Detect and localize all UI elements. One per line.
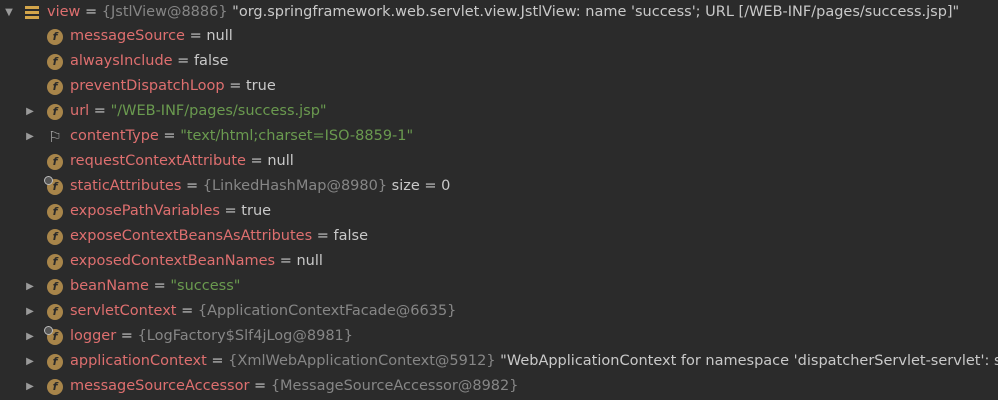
tree-row-logger[interactable]: ▶ f logger = {LogFactory$Slf4jLog@8981} <box>0 324 998 349</box>
field-value: null <box>296 253 323 269</box>
field-name: servletContext <box>70 303 177 319</box>
field-value: true <box>241 203 272 219</box>
field-name: exposePathVariables <box>70 203 220 219</box>
collapse-arrow-icon[interactable]: ▶ <box>24 299 36 324</box>
object-reference: {JstlView@8886} <box>101 4 228 20</box>
tree-row-staticAttributes[interactable]: f staticAttributes = {LinkedHashMap@8980… <box>0 174 998 199</box>
collapse-arrow-icon[interactable]: ▶ <box>24 349 36 374</box>
tree-row-requestContextAttribute[interactable]: f requestContextAttribute = null <box>0 149 998 174</box>
field-icon: f <box>47 379 63 395</box>
field-icon: f <box>47 29 63 45</box>
field-name: messageSourceAccessor <box>70 378 250 394</box>
tree-row-messageSource[interactable]: f messageSource = null <box>0 24 998 49</box>
equals-sign: = <box>80 4 102 20</box>
field-icon: f <box>47 54 63 70</box>
equals-sign: = <box>148 278 171 294</box>
field-name: url <box>70 103 90 119</box>
equals-sign: = <box>312 228 334 244</box>
field-icon: f <box>47 304 63 320</box>
collapse-arrow-icon[interactable]: ▶ <box>24 274 36 299</box>
field-icon: f <box>47 279 63 295</box>
tree-row-messageSourceAccessor[interactable]: ▶ f messageSourceAccessor = {MessageSour… <box>0 374 998 399</box>
field-icon: f <box>47 154 63 170</box>
field-string-value: "text/html;charset=ISO-8859-1" <box>180 128 414 144</box>
field-icon: f <box>47 354 63 370</box>
flag-icon: ⚐ <box>48 128 62 146</box>
equals-sign: = <box>158 128 181 144</box>
field-name: preventDispatchLoop <box>70 78 225 94</box>
field-string-value: "success" <box>170 278 241 294</box>
tree-row-servletContext[interactable]: ▶ f servletContext = {ApplicationContext… <box>0 299 998 324</box>
tree-row-exposePathVariables[interactable]: f exposePathVariables = true <box>0 199 998 224</box>
equals-sign: = <box>116 328 138 344</box>
collapse-arrow-icon[interactable]: ▶ <box>24 99 36 124</box>
equals-sign: = <box>89 103 111 119</box>
field-value: false <box>333 228 369 244</box>
equals-sign: = <box>172 53 194 69</box>
variable-name: view <box>47 4 81 20</box>
locked-field-icon: f <box>44 326 63 345</box>
tree-row-preventDispatchLoop[interactable]: f preventDispatchLoop = true <box>0 74 998 99</box>
field-value: null <box>206 28 233 44</box>
field-value: true <box>245 78 276 94</box>
tree-row-alwaysInclude[interactable]: f alwaysInclude = false <box>0 49 998 74</box>
field-icon: f <box>47 229 63 245</box>
tree-row-exposedContextBeanNames[interactable]: f exposedContextBeanNames = null <box>0 249 998 274</box>
field-name: logger <box>70 328 117 344</box>
object-description: "WebApplicationContext for namespace 'di… <box>495 353 998 369</box>
field-name: beanName <box>70 278 149 294</box>
field-name: exposeContextBeansAsAttributes <box>70 228 313 244</box>
expand-arrow-icon[interactable]: ▼ <box>3 0 15 25</box>
field-value: null <box>267 153 294 169</box>
debugger-variables-tree: ▼ view = {JstlView@8886} "org.springfram… <box>0 0 998 400</box>
equals-sign: = <box>176 303 198 319</box>
collection-size: size = 0 <box>387 178 451 194</box>
tree-row-beanName[interactable]: ▶ f beanName = "success" <box>0 274 998 299</box>
locked-field-icon: f <box>44 176 63 195</box>
collapse-arrow-icon[interactable]: ▶ <box>24 324 36 349</box>
equals-sign: = <box>275 253 297 269</box>
field-icon: f <box>47 204 63 220</box>
field-icon: f <box>47 79 63 95</box>
field-icon: f <box>47 254 63 270</box>
field-name: requestContextAttribute <box>70 153 246 169</box>
field-name: exposedContextBeanNames <box>70 253 276 269</box>
tree-row-contentType[interactable]: ▶ ⚐ contentType = "text/html;charset=ISO… <box>0 124 998 149</box>
equals-sign: = <box>249 378 271 394</box>
field-icon: f <box>47 104 63 120</box>
object-reference: {LinkedHashMap@8980} <box>202 178 388 194</box>
object-reference: {ApplicationContextFacade@6635} <box>197 303 457 319</box>
object-reference: {LogFactory$Slf4jLog@8981} <box>137 328 354 344</box>
collapse-arrow-icon[interactable]: ▶ <box>24 124 36 149</box>
object-reference: {XmlWebApplicationContext@5912} <box>228 353 496 369</box>
tree-row-view[interactable]: ▼ view = {JstlView@8886} "org.springfram… <box>0 0 998 25</box>
tree-row-applicationContext[interactable]: ▶ f applicationContext = {XmlWebApplicat… <box>0 349 998 374</box>
equals-sign: = <box>184 28 207 44</box>
object-icon <box>25 5 39 20</box>
object-reference: {MessageSourceAccessor@8982} <box>270 378 519 394</box>
field-name: applicationContext <box>70 353 207 369</box>
collapse-arrow-icon[interactable]: ▶ <box>24 374 36 399</box>
tree-row-exposeContextBeansAsAttributes[interactable]: f exposeContextBeansAsAttributes = false <box>0 224 998 249</box>
field-string-value: "/WEB-INF/pages/success.jsp" <box>110 103 327 119</box>
equals-sign: = <box>224 78 246 94</box>
field-name: alwaysInclude <box>70 53 173 69</box>
field-name: contentType <box>70 128 159 144</box>
object-description: "org.springframework.web.servlet.view.Js… <box>227 4 960 20</box>
equals-sign: = <box>181 178 203 194</box>
equals-sign: = <box>245 153 268 169</box>
equals-sign: = <box>219 203 242 219</box>
field-name: messageSource <box>70 28 185 44</box>
tree-row-url[interactable]: ▶ f url = "/WEB-INF/pages/success.jsp" <box>0 99 998 124</box>
field-value: false <box>193 53 229 69</box>
field-name: staticAttributes <box>70 178 182 194</box>
equals-sign: = <box>206 353 229 369</box>
